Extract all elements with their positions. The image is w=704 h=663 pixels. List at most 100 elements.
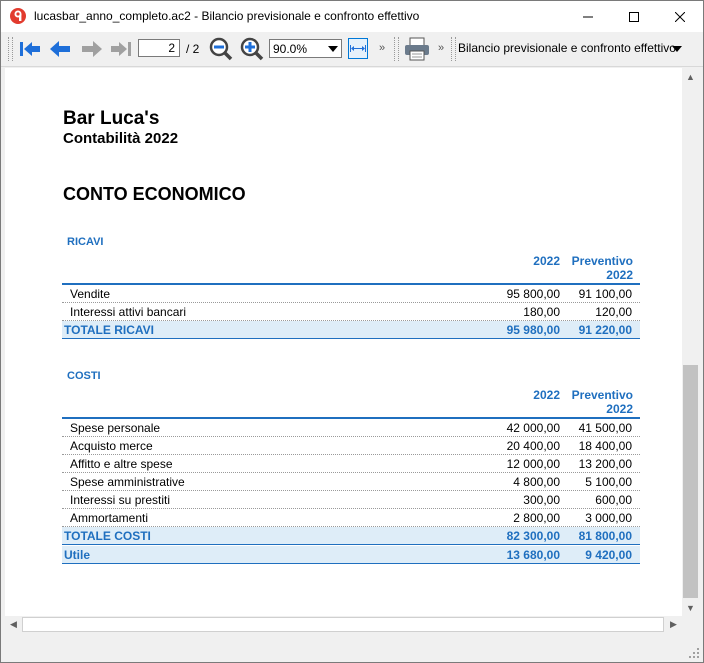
row-label: Interessi attivi bancari [70, 305, 187, 319]
row-actual: 300,00 [523, 493, 560, 507]
row-actual: 12 000,00 [506, 457, 560, 471]
toolbar-grip-2[interactable] [394, 37, 399, 61]
close-button[interactable] [657, 1, 703, 32]
ricavi-col-year: 2022 [533, 254, 560, 268]
report-selector[interactable]: Bilancio previsionale e confronto effett… [458, 41, 676, 55]
utile-actual: 13 680,00 [506, 548, 560, 562]
toolbar-overflow-1[interactable]: » [379, 42, 385, 54]
table-row: Acquisto merce 20 400,00 18 400,00 [62, 437, 640, 455]
zoom-in-button[interactable] [239, 37, 265, 61]
report-page: Bar Luca's Contabilità 2022 CONTO ECONOM… [5, 68, 682, 616]
table-row: Spese amministrative 4 800,00 5 100,00 [62, 473, 640, 491]
zoom-value: 90.0% [273, 42, 308, 56]
total-row: TOTALE COSTI 82 300,00 81 800,00 [62, 527, 640, 545]
minimize-button[interactable] [565, 1, 611, 32]
last-page-button[interactable] [108, 37, 134, 61]
costi-section: COSTI 2022 Preventivo 2022 Spese persona… [62, 368, 640, 568]
table-row: Spese personale 42 000,00 41 500,00 [62, 419, 640, 437]
row-actual: 180,00 [523, 305, 560, 319]
printer-icon [405, 37, 429, 61]
costi-col-year: 2022 [533, 388, 560, 402]
company-name: Bar Luca's [63, 108, 160, 129]
last-page-icon [111, 42, 131, 56]
row-budget: 3 000,00 [585, 511, 632, 525]
row-actual: 20 400,00 [506, 439, 560, 453]
window-title: lucasbar_anno_completo.ac2 - Bilancio pr… [34, 9, 420, 23]
fit-width-button[interactable] [348, 38, 368, 59]
maximize-button[interactable] [611, 1, 657, 32]
report-subtitle: Contabilità 2022 [63, 130, 179, 147]
vertical-scroll-thumb[interactable] [683, 365, 698, 598]
previous-page-icon [50, 41, 70, 57]
table-row: Affitto e altre spese 12 000,00 13 200,0… [62, 455, 640, 473]
title-bar: lucasbar_anno_completo.ac2 - Bilancio pr… [1, 1, 703, 32]
row-actual: 95 800,00 [506, 287, 560, 301]
row-budget: 18 400,00 [578, 439, 632, 453]
page-number-input[interactable] [138, 39, 180, 57]
scroll-up-icon[interactable]: ▲ [682, 68, 699, 85]
total-row: TOTALE RICAVI 95 980,00 91 220,00 [62, 321, 640, 339]
ricavi-title: RICAVI [67, 236, 104, 248]
table-row: Ammortamenti 2 800,00 3 000,00 [62, 509, 640, 527]
chevron-down-icon [328, 46, 338, 52]
row-budget: 600,00 [595, 493, 632, 507]
row-label: Ammortamenti [70, 511, 149, 525]
scroll-left-icon[interactable]: ◀ [5, 616, 22, 633]
utile-row: Utile 13 680,00 9 420,00 [62, 546, 640, 564]
fit-width-icon [350, 45, 366, 52]
print-button[interactable] [404, 37, 430, 61]
app-window: lucasbar_anno_completo.ac2 - Bilancio pr… [0, 0, 704, 663]
report-heading: CONTO ECONOMICO [63, 184, 246, 204]
horizontal-scroll-thumb[interactable] [22, 617, 664, 632]
row-label: Spese amministrative [70, 475, 185, 489]
total-label: TOTALE RICAVI [64, 323, 154, 337]
row-actual: 2 800,00 [513, 511, 560, 525]
scroll-right-icon[interactable]: ▶ [665, 616, 682, 633]
maximize-icon [629, 11, 639, 22]
ricavi-section: RICAVI 2022 Preventivo 2022 Vendite 95 8… [62, 234, 640, 344]
app-logo-icon [10, 8, 26, 24]
total-label: TOTALE COSTI [64, 529, 151, 543]
previous-page-button[interactable] [47, 37, 73, 61]
ricavi-col-budget-line1: Preventivo [571, 254, 633, 268]
table-row: Interessi su prestiti 300,00 600,00 [62, 491, 640, 509]
total-actual: 95 980,00 [506, 323, 560, 337]
scroll-down-icon[interactable]: ▼ [682, 599, 699, 616]
ricavi-col-budget: Preventivo 2022 [572, 254, 633, 282]
minimize-icon [583, 16, 593, 17]
zoom-out-button[interactable] [208, 37, 234, 61]
row-label: Vendite [70, 287, 111, 301]
total-budget: 81 800,00 [578, 529, 632, 543]
vertical-scrollbar[interactable]: ▲ ▼ [682, 68, 699, 616]
ricavi-col-budget-line2: 2022 [606, 268, 633, 282]
report-dropdown-chevron-icon[interactable] [672, 46, 682, 52]
horizontal-scrollbar[interactable]: ◀ ▶ [5, 616, 682, 633]
close-icon [675, 11, 685, 22]
row-actual: 4 800,00 [513, 475, 560, 489]
toolbar-overflow-2[interactable]: » [438, 42, 444, 54]
resize-grip-icon[interactable] [688, 647, 700, 659]
zoom-out-icon [209, 37, 233, 61]
utile-budget: 9 420,00 [585, 548, 632, 562]
row-budget: 5 100,00 [585, 475, 632, 489]
costi-col-budget-line1: Preventivo [571, 388, 633, 402]
table-row: Interessi attivi bancari 180,00 120,00 [62, 303, 640, 321]
utile-label: Utile [64, 548, 91, 562]
row-budget: 13 200,00 [578, 457, 632, 471]
next-page-button[interactable] [79, 37, 105, 61]
row-label: Acquisto merce [70, 439, 153, 453]
costi-col-budget-line2: 2022 [606, 402, 633, 416]
row-budget: 120,00 [595, 305, 632, 319]
toolbar-grip-3[interactable] [451, 37, 456, 61]
first-page-icon [20, 42, 40, 56]
total-budget: 91 220,00 [578, 323, 632, 337]
first-page-button[interactable] [17, 37, 43, 61]
document-viewport[interactable]: Bar Luca's Contabilità 2022 CONTO ECONOM… [5, 68, 682, 616]
row-actual: 42 000,00 [506, 421, 560, 435]
toolbar-grip[interactable] [8, 37, 13, 61]
row-budget: 91 100,00 [578, 287, 632, 301]
zoom-dropdown[interactable]: 90.0% [269, 39, 342, 58]
row-label: Interessi su prestiti [70, 493, 171, 507]
zoom-in-icon [240, 37, 264, 61]
total-actual: 82 300,00 [506, 529, 560, 543]
